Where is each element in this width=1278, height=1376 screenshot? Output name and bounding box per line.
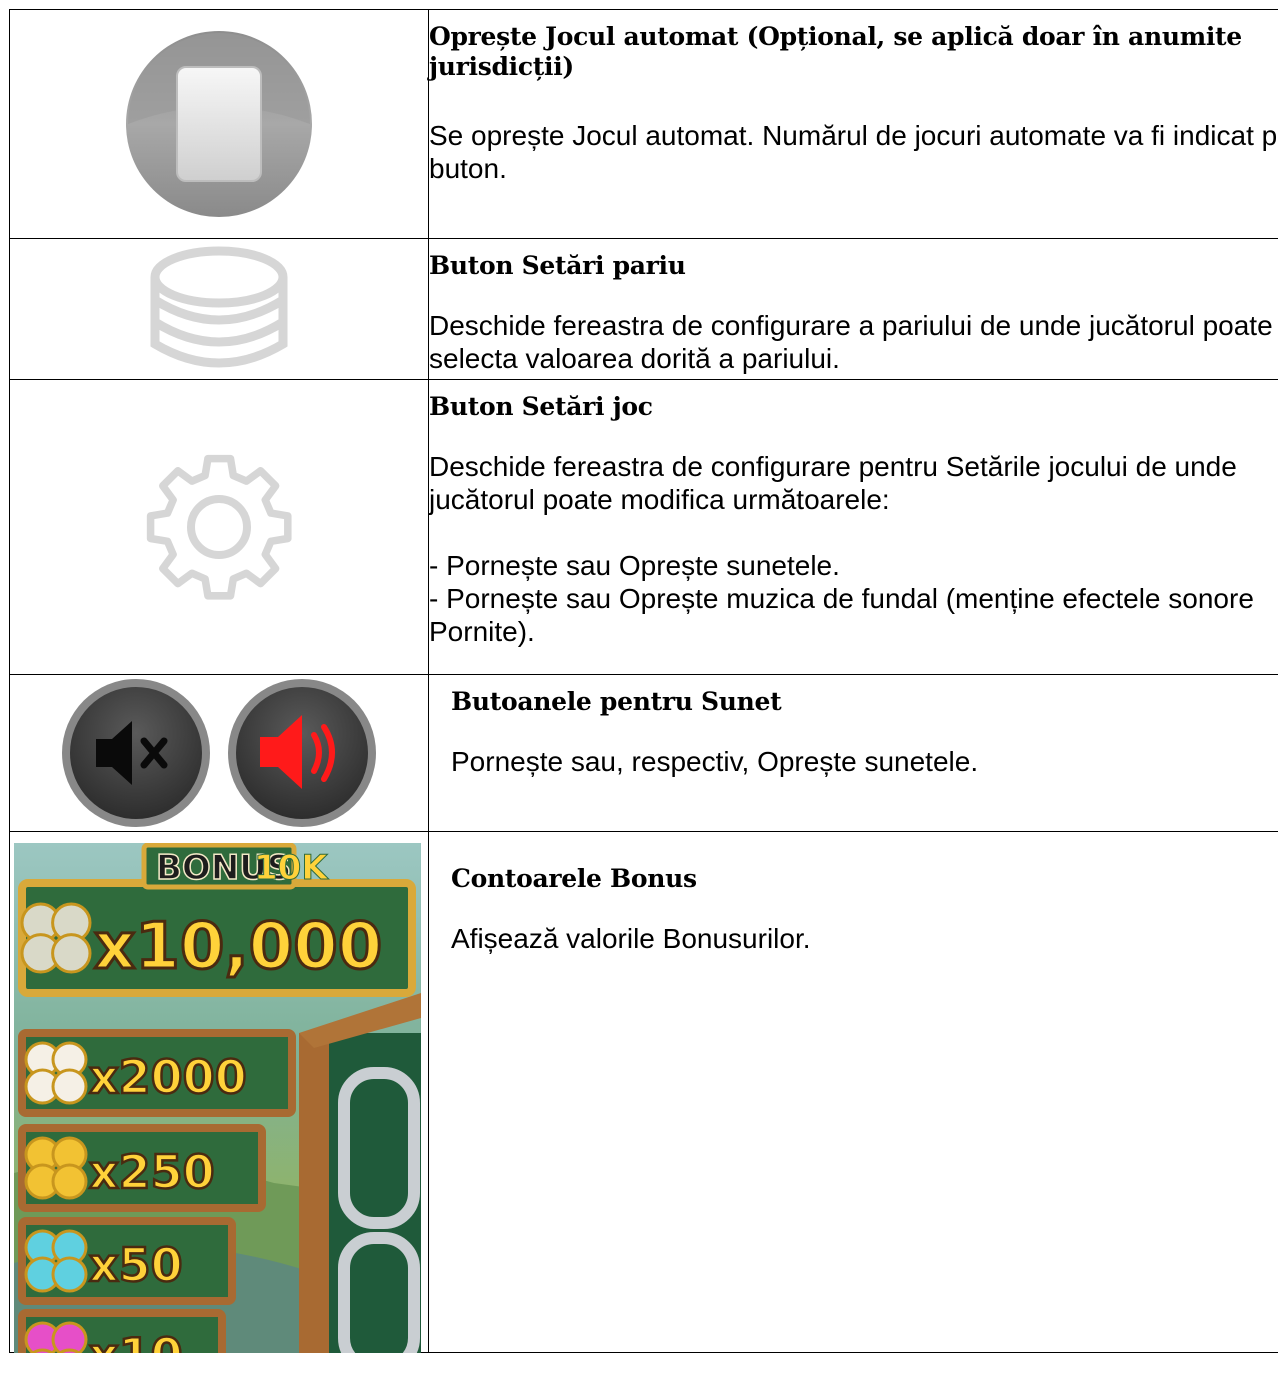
- table-row: Butoanele pentru Sunet Pornește sau, res…: [9, 674, 1278, 832]
- row-title: Contoarele Bonus: [451, 864, 697, 893]
- bonus-header-accent: 10K: [254, 848, 329, 888]
- coin-stack-icon: [150, 246, 288, 368]
- help-table: Oprește Jocul automat (Opțional, se apli…: [9, 9, 1278, 1353]
- icon-cell: [9, 9, 429, 239]
- bonus-counters-image: BONUS 10K x10,000 x2000 x250 x50 x10: [14, 843, 421, 1353]
- table-row: Buton Setări pariu Deschide fereastra de…: [9, 238, 1278, 380]
- row-description: Pornește sau, respectiv, Oprește sunetel…: [451, 746, 979, 777]
- icon-cell: BONUS 10K x10,000 x2000 x250 x50 x10: [9, 831, 429, 1353]
- sound-off-button-icon: [62, 679, 210, 827]
- row-title: Buton Setări pariu: [429, 251, 686, 280]
- table-row: BONUS 10K x10,000 x2000 x250 x50 x10: [9, 831, 1278, 1353]
- text-cell: Contoarele Bonus Afișează valorile Bonus…: [428, 831, 1278, 1353]
- bonus-multiplier: x10: [89, 1328, 183, 1353]
- row-title: Oprește Jocul automat (Opțional, se apli…: [429, 22, 1242, 81]
- row-title: Butoanele pentru Sunet: [451, 687, 782, 716]
- text-cell: Butoanele pentru Sunet Pornește sau, res…: [428, 674, 1278, 832]
- bonus-multiplier: x2000: [89, 1050, 247, 1104]
- row-description: Se oprește Jocul automat. Numărul de joc…: [429, 120, 1278, 184]
- row-title: Buton Setări joc: [429, 392, 653, 421]
- bonus-multiplier: x50: [89, 1238, 183, 1292]
- row-description: Deschide fereastra de configurare a pari…: [429, 310, 1273, 374]
- icon-cell: [9, 674, 429, 832]
- sound-on-button-icon: [228, 679, 376, 827]
- list-item: - Pornește sau Oprește muzica de fundal …: [429, 583, 1254, 647]
- icon-cell: [9, 379, 429, 675]
- list-item: - Pornește sau Oprește sunetele.: [429, 550, 840, 581]
- gear-icon: [146, 454, 292, 600]
- bonus-multiplier: x10,000: [94, 910, 382, 984]
- text-cell: Oprește Jocul automat (Opțional, se apli…: [428, 9, 1278, 239]
- table-row: Oprește Jocul automat (Opțional, se apli…: [9, 9, 1278, 239]
- stop-autoplay-icon: [126, 31, 312, 217]
- row-description: Deschide fereastra de configurare pentru…: [429, 451, 1237, 515]
- text-cell: Buton Setări joc Deschide fereastra de c…: [428, 379, 1278, 675]
- icon-cell: [9, 238, 429, 380]
- row-description: Afișează valorile Bonusurilor.: [451, 923, 811, 954]
- bonus-multiplier: x250: [89, 1145, 215, 1199]
- table-row: Buton Setări joc Deschide fereastra de c…: [9, 379, 1278, 675]
- text-cell: Buton Setări pariu Deschide fereastra de…: [428, 238, 1278, 380]
